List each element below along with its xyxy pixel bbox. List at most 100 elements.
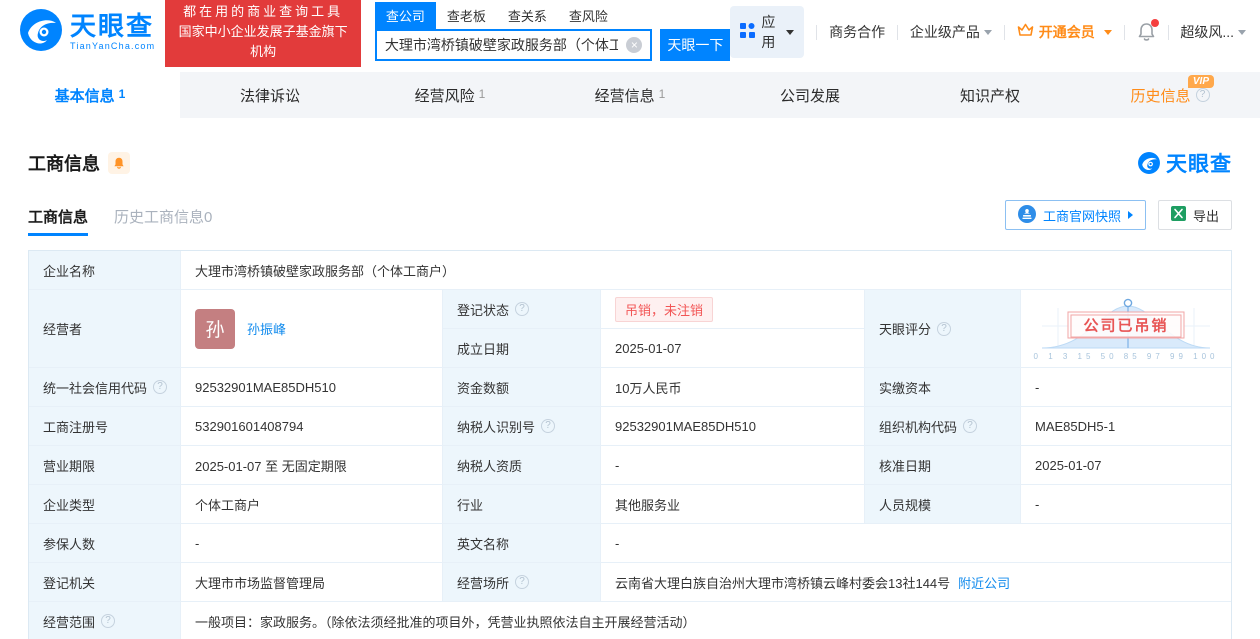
business-info-table: 企业名称 大理市湾桥镇破壁家政服务部（个体工商户） 经营者 孙 孙振峰 登记状态… — [28, 250, 1232, 639]
chevron-down-icon — [983, 29, 992, 35]
help-icon[interactable] — [515, 302, 530, 316]
apps-grid-icon — [740, 23, 756, 41]
excel-icon — [1170, 206, 1186, 224]
tab-company-development[interactable]: 公司发展 — [720, 72, 900, 118]
tab-operating-info[interactable]: 经营信息 1 — [540, 72, 720, 118]
subtab-history-business-info[interactable]: 历史工商信息0 — [114, 206, 212, 236]
operator-name-link[interactable]: 孙振峰 — [247, 319, 286, 338]
score-label: 天眼评分 — [865, 290, 1021, 368]
tab-basic-info[interactable]: 基本信息 1 — [0, 72, 180, 118]
insured-value: - — [181, 524, 443, 563]
search-tab-company[interactable]: 查公司 — [374, 1, 436, 29]
export-label: 导出 — [1192, 208, 1219, 224]
taxpayer-id-label: 纳税人识别号 — [443, 407, 601, 446]
avatar[interactable]: 孙 — [195, 308, 235, 349]
apps-label: 应用 — [761, 14, 776, 50]
reg-authority-value: 大理市市场监督管理局 — [181, 563, 443, 602]
slogan-line2: 国家中小企业发展子基金旗下机构 — [178, 23, 348, 60]
business-scope-value: 一般项目：家政服务。（除依法须经批准的项目外，凭营业执照依法自主开展经营活动） — [181, 602, 1231, 639]
main-content: 工商信息 天眼查 工商信息 历史工商信息0 工商官网快照 导出 企业名称 大理市… — [0, 148, 1260, 639]
nav-cooperation[interactable]: 商务合作 — [829, 22, 885, 42]
industry-label: 行业 — [443, 485, 601, 524]
reg-status-value: 吊销，未注销 — [601, 290, 865, 329]
help-icon[interactable] — [541, 419, 556, 433]
enterprise-label: 企业级产品 — [909, 24, 980, 40]
tab-intellectual-property[interactable]: 知识产权 — [900, 72, 1080, 118]
logo-eye-icon — [18, 7, 64, 58]
divider — [1003, 24, 1005, 40]
search-tab-risk[interactable]: 查风险 — [558, 2, 619, 29]
org-code-value: MAE85DH5-1 — [1021, 407, 1231, 446]
watermark-text: 天眼查 — [1166, 153, 1232, 176]
logo-domain: TianYanCha.com — [70, 41, 156, 51]
tab-label: 知识产权 — [959, 87, 1020, 105]
status-badge: 吊销，未注销 — [615, 296, 714, 322]
snapshot-label: 工商官网快照 — [1042, 208, 1121, 224]
export-button[interactable]: 导出 — [1157, 200, 1232, 230]
tab-label: 经营风险 — [414, 87, 475, 105]
search-tab-relation[interactable]: 查关系 — [497, 2, 558, 29]
english-name-label: 英文名称 — [443, 524, 601, 563]
subscribe-bell-button[interactable] — [108, 152, 130, 174]
nav-super-risk[interactable]: 超级风... — [1180, 22, 1247, 42]
help-icon[interactable] — [101, 614, 116, 628]
header-nav: 应用 商务合作 企业级产品 开通会员 超级风... — [730, 6, 1247, 58]
business-scope-label: 经营范围 — [29, 602, 181, 639]
search-button[interactable]: 天眼一下 — [660, 28, 731, 61]
search-area: 查公司 查老板 查关系 查风险 天眼一下 — [374, 1, 731, 61]
approval-date-label: 核准日期 — [865, 446, 1021, 485]
help-icon[interactable] — [963, 419, 978, 433]
establish-date-value: 2025-01-07 — [601, 329, 865, 368]
business-term-label: 营业期限 — [29, 446, 181, 485]
search-input[interactable] — [376, 36, 627, 53]
tab-count: 1 — [658, 87, 666, 101]
credit-code-value: 92532901MAE85DH510 — [181, 368, 443, 407]
vip-badge: VIP — [1187, 75, 1214, 88]
slogan-line1: 都在用的商业查询工具 — [183, 3, 344, 19]
company-name-value: 大理市湾桥镇破壁家政服务部（个体工商户） — [181, 251, 1231, 290]
insured-label: 参保人数 — [29, 524, 181, 563]
tab-count: 1 — [478, 87, 486, 101]
nav-open-vip[interactable]: 开通会员 — [1017, 22, 1112, 42]
company-type-label: 企业类型 — [29, 485, 181, 524]
divider — [816, 24, 818, 40]
english-name-value: - — [601, 524, 1231, 563]
tab-history-info[interactable]: 历史信息 VIP — [1080, 72, 1260, 118]
operator-cell: 孙 孙振峰 — [181, 290, 443, 368]
help-icon[interactable] — [153, 380, 168, 394]
clear-icon[interactable] — [626, 36, 643, 53]
vip-label: 开通会员 — [1038, 24, 1095, 40]
revoked-stamp: 公司已吊销 — [1067, 311, 1185, 339]
notification-bell[interactable] — [1137, 19, 1159, 42]
help-icon[interactable] — [937, 321, 952, 336]
reg-authority-label: 登记机关 — [29, 563, 181, 602]
subtab-business-info[interactable]: 工商信息 — [28, 206, 89, 236]
tab-label: 公司发展 — [779, 87, 840, 105]
search-tab-boss[interactable]: 查老板 — [436, 2, 497, 29]
company-tab-bar: 基本信息 1 法律诉讼 经营风险 1 经营信息 1 公司发展 知识产权 历史信息… — [0, 72, 1260, 118]
staff-size-label: 人员规模 — [865, 485, 1021, 524]
bell-icon — [114, 157, 124, 169]
logo-eye-icon — [1138, 152, 1160, 174]
divider — [1123, 24, 1125, 40]
crown-icon — [1017, 23, 1034, 41]
divider — [897, 24, 898, 40]
stamp-icon — [1017, 204, 1036, 226]
nav-enterprise[interactable]: 企业级产品 — [910, 22, 992, 42]
official-snapshot-button[interactable]: 工商官网快照 — [1004, 200, 1146, 230]
nearby-companies-link[interactable]: 附近公司 — [958, 573, 1010, 592]
business-site-label: 经营场所 — [443, 563, 601, 602]
score-chart-cell: 公司已吊销 0 1 3 15 50 85 97 99 100 — [1021, 290, 1231, 368]
capital-value: 10万人民币 — [601, 368, 865, 407]
operator-label: 经营者 — [29, 290, 181, 368]
tianyancha-logo[interactable]: 天眼查 TianYanCha.com — [18, 7, 155, 58]
notification-dot — [1150, 19, 1159, 27]
help-icon[interactable] — [515, 575, 530, 589]
approval-date-value: 2025-01-07 — [1021, 446, 1231, 485]
tab-operating-risk[interactable]: 经营风险 1 — [360, 72, 540, 118]
super-risk-label: 超级风... — [1180, 24, 1235, 40]
apps-menu[interactable]: 应用 — [730, 6, 805, 58]
logo-text: 天眼查 — [70, 11, 155, 41]
arrow-right-icon — [1127, 211, 1133, 219]
tab-legal[interactable]: 法律诉讼 — [180, 72, 360, 118]
